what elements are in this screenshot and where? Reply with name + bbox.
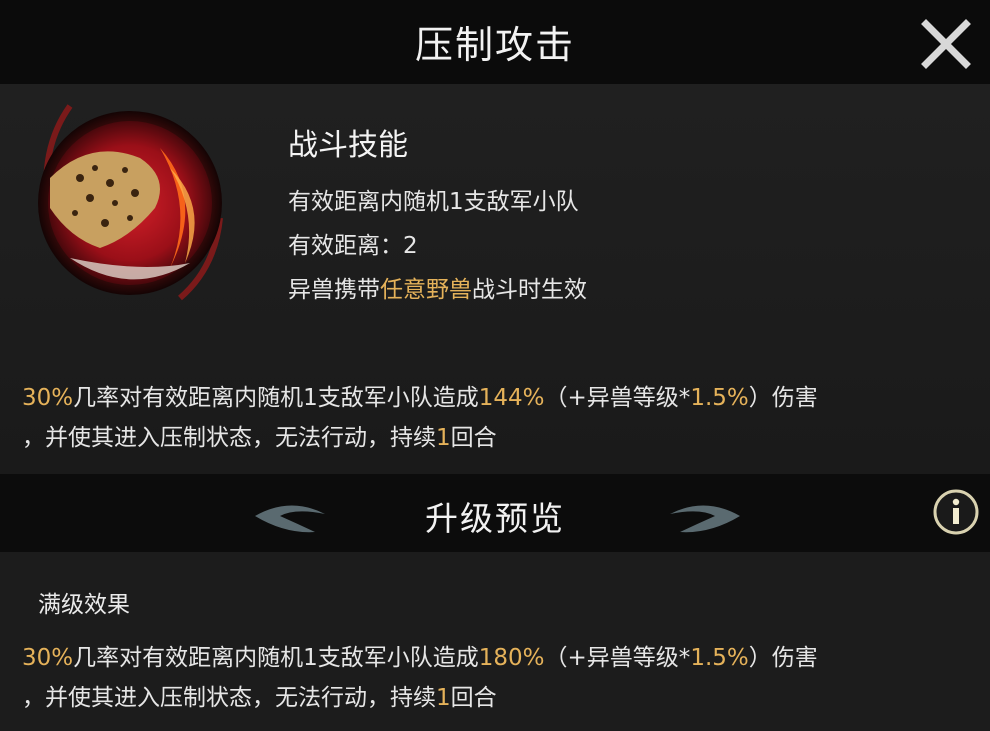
max-chance: 30% <box>22 645 74 671</box>
desc-chance: 30% <box>22 385 74 411</box>
close-button[interactable] <box>918 16 974 72</box>
condition-highlight: 任意野兽 <box>380 277 472 303</box>
close-icon <box>921 19 971 69</box>
desc-duration: 1 <box>436 425 451 451</box>
skill-target: 有效距离内随机1支敌军小队 <box>288 189 579 215</box>
desc-part4: ，并使其进入压制状态，无法行动，持续 <box>22 425 436 451</box>
range-value: 2 <box>403 233 418 259</box>
desc-part5: 回合 <box>450 425 497 451</box>
max-part3: ）伤害 <box>748 645 818 671</box>
max-part1: 几率对有效距离内随机1支敌军小队造成 <box>73 645 479 671</box>
max-part2: （+异兽等级* <box>544 645 691 671</box>
skill-type: 战斗技能 <box>288 128 408 163</box>
skill-condition: 异兽携带任意野兽战斗时生效 <box>288 268 587 312</box>
desc-part3: ）伤害 <box>748 385 818 411</box>
condition-suffix: 战斗时生效 <box>472 277 587 303</box>
skill-range: 有效距离：2 <box>288 224 587 268</box>
upgrade-title: 升级预览 <box>425 499 565 538</box>
skill-info: 战斗技能 有效距离内随机1支敌军小队 有效距离：2 异兽携带任意野兽战斗时生效 <box>288 120 587 312</box>
max-part4: ，并使其进入压制状态，无法行动，持续 <box>22 685 436 711</box>
info-button[interactable] <box>932 488 980 536</box>
desc-damage: 144% <box>478 385 545 411</box>
desc-scale: 1.5% <box>690 385 749 411</box>
leopard-skill-icon <box>30 98 230 308</box>
max-part5: 回合 <box>450 685 497 711</box>
max-scale: 1.5% <box>690 645 749 671</box>
range-label: 有效距离： <box>288 233 403 259</box>
skill-description: 30%几率对有效距离内随机1支敌军小队造成144%（+异兽等级*1.5%）伤害 ，… <box>22 378 972 458</box>
info-icon <box>933 489 979 535</box>
max-damage: 180% <box>478 645 545 671</box>
condition-prefix: 异兽携带 <box>288 277 380 303</box>
desc-part1: 几率对有效距离内随机1支敌军小队造成 <box>73 385 479 411</box>
desc-part2: （+异兽等级* <box>544 385 691 411</box>
max-duration: 1 <box>436 685 451 711</box>
page-title: 压制攻击 <box>414 23 575 67</box>
max-level-description: 30%几率对有效距离内随机1支敌军小队造成180%（+异兽等级*1.5%）伤害 ，… <box>22 638 977 718</box>
max-level-label: 满级效果 <box>38 592 130 618</box>
